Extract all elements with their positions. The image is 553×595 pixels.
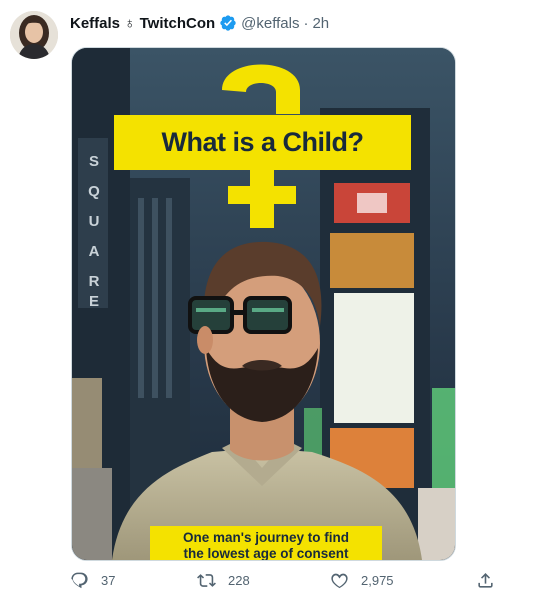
avatar-image	[10, 11, 58, 59]
tweet-actions: 37 228 2,975	[70, 568, 500, 592]
separator-dot: ·	[303, 14, 309, 32]
retweet-count: 228	[228, 572, 250, 588]
svg-text:U: U	[89, 213, 100, 230]
like-button[interactable]: 2,975	[330, 568, 394, 592]
share-button[interactable]	[476, 568, 495, 592]
tweet-media[interactable]: S Q U A R E What is a Child? One man's j…	[71, 47, 456, 561]
timestamp[interactable]: 2h	[312, 15, 329, 32]
svg-text:E: E	[89, 293, 99, 310]
svg-text:S: S	[89, 153, 99, 170]
display-name[interactable]: Keffals ♁ TwitchCon	[70, 15, 215, 32]
poster-caption-line-1: One man's journey to find	[183, 530, 349, 545]
poster-caption-line-2: the lowest age of consent	[183, 546, 349, 560]
poster-title: What is a Child?	[161, 127, 364, 157]
svg-text:A: A	[89, 243, 100, 260]
reply-button[interactable]: 37	[70, 568, 115, 592]
share-icon	[476, 571, 495, 590]
user-handle[interactable]: @keffals	[241, 15, 299, 32]
heart-icon	[330, 571, 349, 590]
tweet: Keffals ♁ TwitchCon @keffals · 2h S Q U …	[0, 0, 553, 595]
tweet-header: Keffals ♁ TwitchCon @keffals · 2h	[70, 13, 329, 33]
svg-text:Q: Q	[88, 183, 100, 200]
retweet-button[interactable]: 228	[197, 568, 250, 592]
reply-count: 37	[101, 572, 116, 588]
like-count: 2,975	[361, 572, 394, 588]
poster-caption: One man's journey to find the lowest age…	[150, 526, 382, 560]
retweet-icon	[197, 571, 216, 590]
verified-badge-icon	[219, 14, 237, 32]
reply-icon	[70, 571, 89, 590]
svg-text:R: R	[89, 273, 100, 290]
avatar[interactable]	[10, 11, 58, 59]
